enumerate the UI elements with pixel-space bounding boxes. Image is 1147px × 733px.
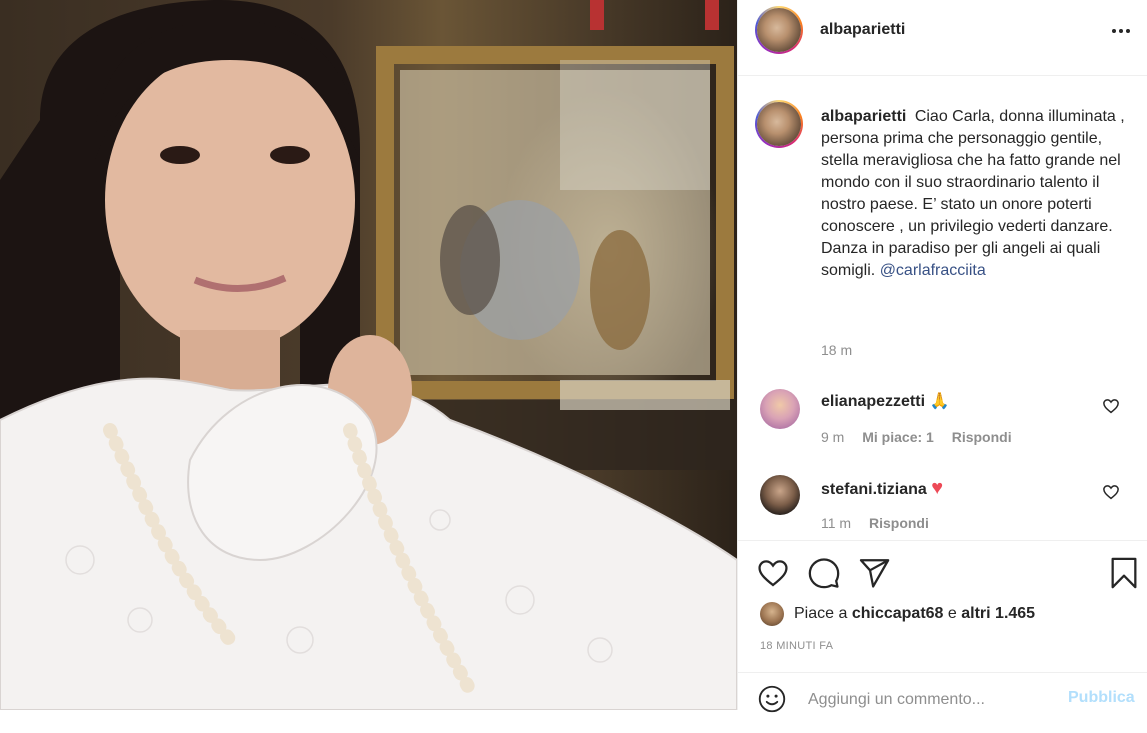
comment-body: stefani.tiziana ♥ bbox=[821, 477, 943, 500]
bookmark-icon[interactable] bbox=[1107, 556, 1141, 590]
commenter-avatar[interactable] bbox=[760, 475, 800, 515]
comment-item: stefani.tiziana ♥ 11 m Rispondi bbox=[738, 475, 1147, 540]
likes-middle: e bbox=[947, 605, 957, 622]
reply-button[interactable]: Rispondi bbox=[952, 429, 1012, 445]
caption-time[interactable]: 18 m bbox=[821, 342, 852, 358]
more-options-button[interactable] bbox=[1106, 18, 1136, 44]
comment-meta: 11 m Rispondi bbox=[821, 515, 943, 531]
comment-time[interactable]: 9 m bbox=[821, 429, 844, 445]
prayer-hands-emoji: 🙏 bbox=[929, 393, 950, 410]
author-avatar[interactable] bbox=[755, 6, 803, 54]
author-username[interactable]: albaparietti bbox=[820, 21, 905, 39]
liker-username[interactable]: chiccapat68 bbox=[852, 605, 944, 623]
post-timestamp[interactable]: 18 MINUTI FA bbox=[760, 640, 833, 652]
publish-button[interactable]: Pubblica bbox=[1068, 689, 1135, 707]
red-heart-emoji: ♥ bbox=[931, 477, 944, 499]
caption-body: Ciao Carla, donna illuminata , persona p… bbox=[821, 108, 1125, 279]
caption-username[interactable]: albaparietti bbox=[821, 108, 906, 125]
comments-section: albaparietti Ciao Carla, donna illuminat… bbox=[738, 76, 1147, 540]
comment-username[interactable]: stefani.tiziana bbox=[821, 481, 927, 498]
post-actions: Piace a chiccapat68 e altri 1.465 18 MIN… bbox=[738, 540, 1147, 661]
comment-input[interactable] bbox=[808, 689, 1058, 711]
comment-body: elianapezzetti 🙏 bbox=[821, 391, 949, 411]
likes-prefix: Piace a bbox=[794, 605, 848, 622]
share-icon[interactable] bbox=[857, 556, 891, 590]
commenter-avatar[interactable] bbox=[760, 389, 800, 429]
comment-like-icon[interactable] bbox=[1102, 397, 1120, 415]
likes-summary: Piace a chiccapat68 e altri 1.465 bbox=[760, 601, 1035, 627]
reply-button[interactable]: Rispondi bbox=[869, 515, 929, 531]
emoji-icon[interactable] bbox=[758, 685, 786, 713]
post-photo-art bbox=[0, 0, 737, 710]
post-panel: albaparietti albaparietti Ciao Carla, do… bbox=[737, 0, 1147, 713]
heart-icon[interactable] bbox=[756, 556, 790, 590]
comment-time[interactable]: 11 m bbox=[821, 515, 851, 531]
comment-meta: 9 m Mi piace: 1 Rispondi bbox=[821, 429, 1026, 445]
caption-mention[interactable]: @carlafracciita bbox=[880, 262, 986, 279]
liker-avatar[interactable] bbox=[760, 602, 784, 626]
comment-username[interactable]: elianapezzetti bbox=[821, 393, 925, 410]
comment-icon[interactable] bbox=[807, 556, 841, 590]
caption-avatar[interactable] bbox=[755, 100, 803, 148]
comment-item: elianapezzetti 🙏 9 m Mi piace: 1 Rispond… bbox=[738, 389, 1147, 469]
caption: albaparietti Ciao Carla, donna illuminat… bbox=[821, 106, 1126, 282]
add-comment-bar: Pubblica bbox=[738, 672, 1147, 733]
comment-like-icon[interactable] bbox=[1102, 483, 1120, 501]
comment-likes[interactable]: Mi piace: 1 bbox=[862, 429, 934, 445]
likes-others[interactable]: altri 1.465 bbox=[961, 605, 1035, 623]
more-horizontal-icon bbox=[1112, 29, 1116, 33]
post-photo[interactable] bbox=[0, 0, 737, 710]
post-header: albaparietti bbox=[738, 0, 1147, 76]
